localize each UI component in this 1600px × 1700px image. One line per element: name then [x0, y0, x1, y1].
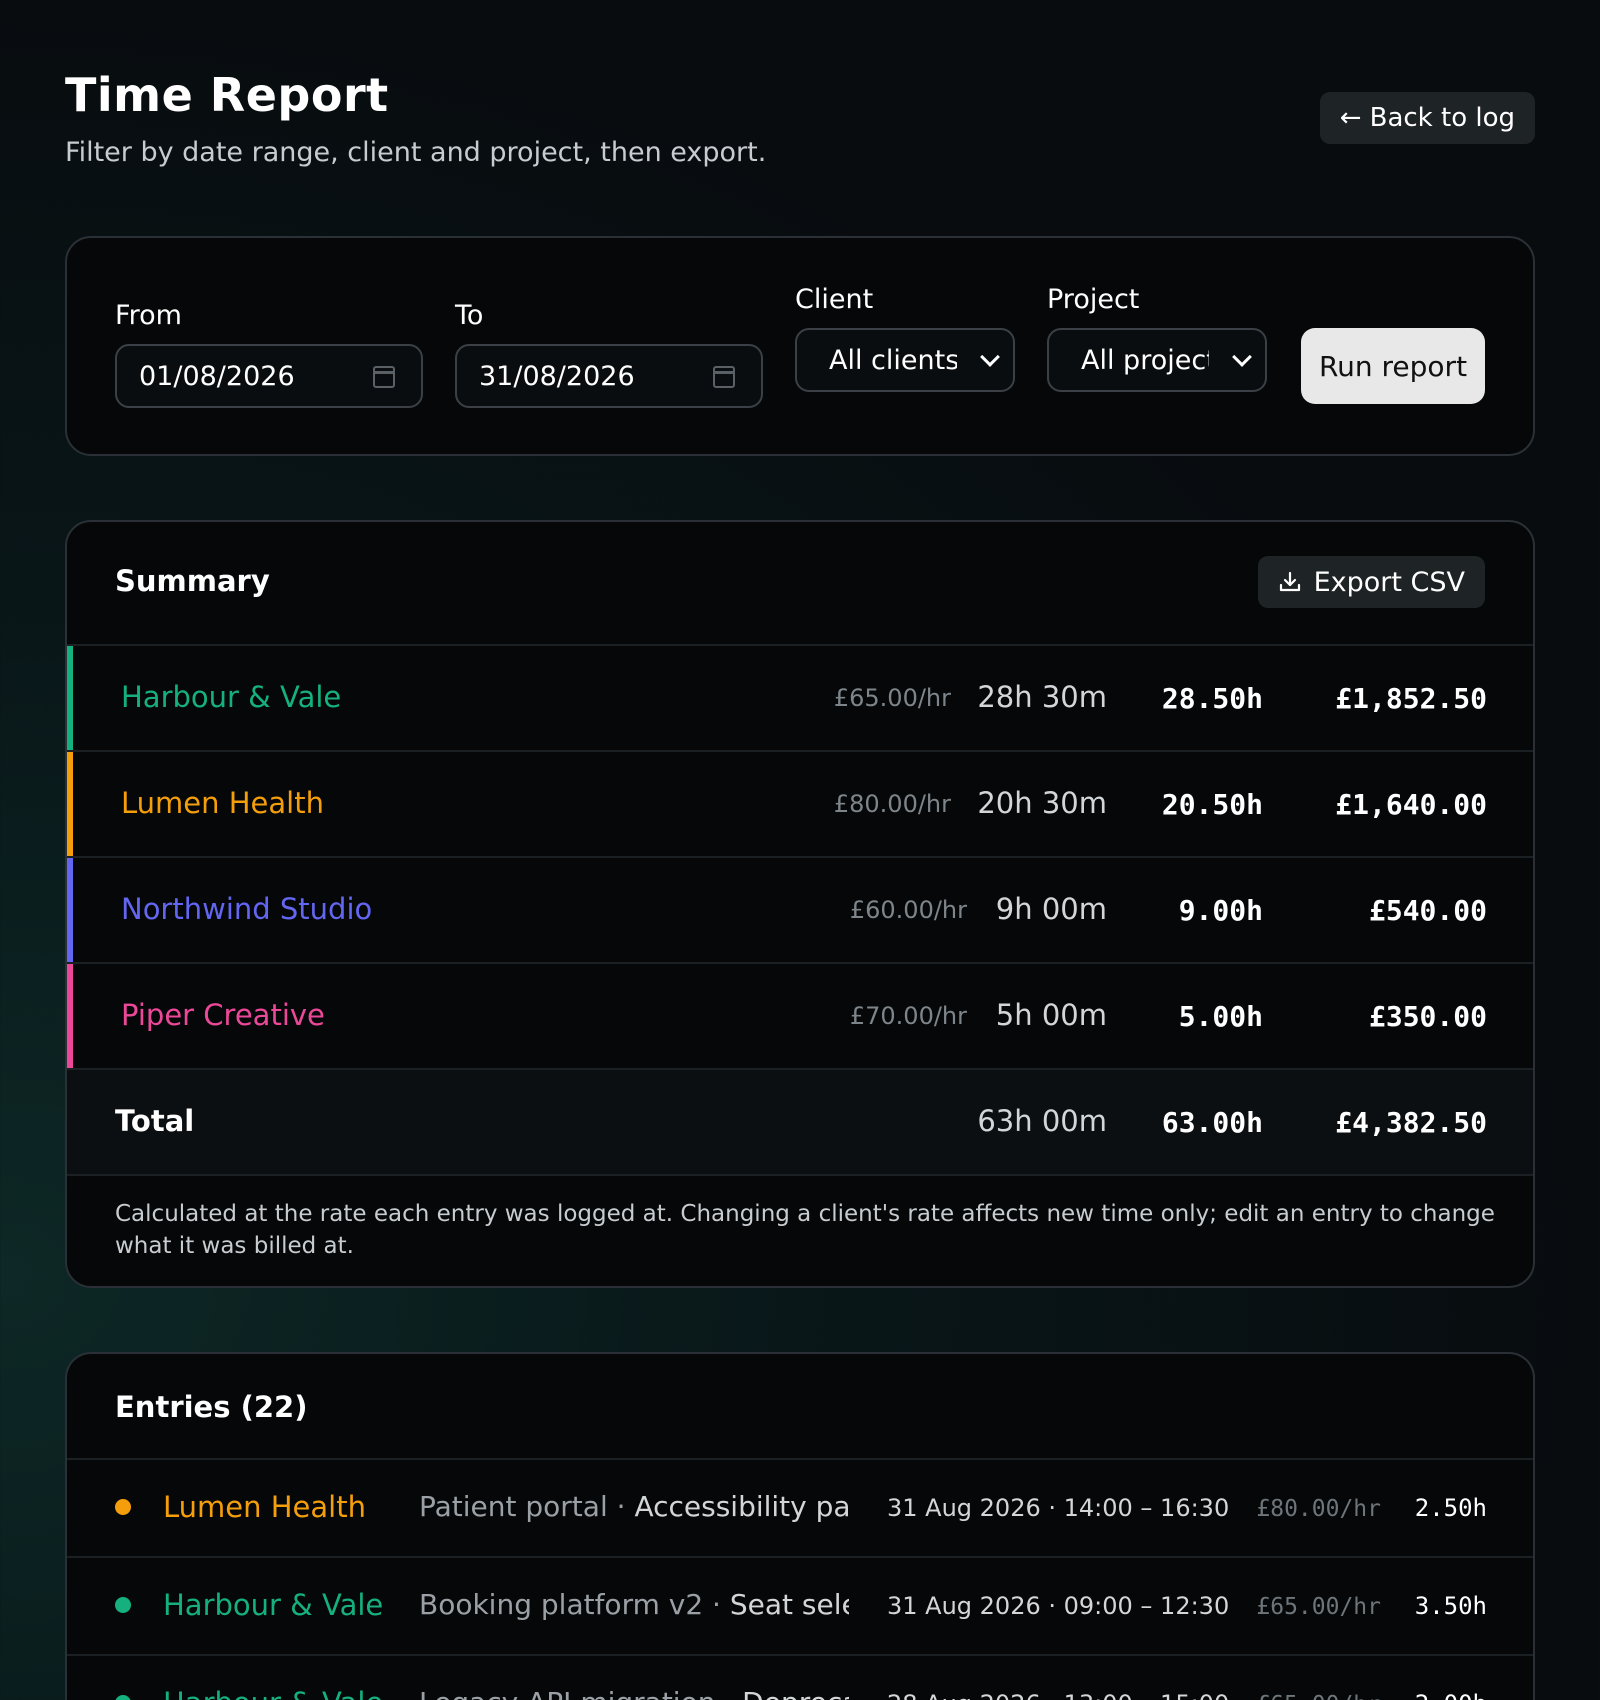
from-label: From — [115, 300, 182, 331]
to-date-input[interactable]: 31/08/2026 — [455, 344, 763, 408]
client-color-bar — [67, 752, 73, 856]
calendar-icon[interactable] — [373, 366, 395, 388]
summary-amount: £1,852.50 — [1335, 682, 1487, 715]
summary-rate: £80.00/hr — [833, 790, 951, 818]
entry-project: Booking platform v2 · Seat sele... — [419, 1588, 849, 1621]
summary-client-name: Northwind Studio — [121, 892, 373, 926]
summary-amount: £540.00 — [1368, 894, 1487, 927]
entry-client-name: Harbour & Vale — [163, 1686, 383, 1700]
summary-rate: £60.00/hr — [849, 896, 967, 924]
summary-total-row: Total 63h 00m 63.00h £4,382.50 — [67, 1068, 1533, 1174]
entry-client-name: Harbour & Vale — [163, 1588, 384, 1622]
summary-title: Summary — [115, 564, 270, 598]
summary-rate: £65.00/hr — [833, 684, 951, 712]
summary-client-name: Lumen Health — [121, 786, 324, 820]
page-subtitle: Filter by date range, client and project… — [65, 137, 767, 168]
client-color-dot — [115, 1499, 131, 1515]
entry-row[interactable]: Harbour & Vale Booking platform v2 · Seat… — [67, 1556, 1533, 1654]
calendar-icon[interactable] — [713, 366, 735, 388]
run-report-button[interactable]: Run report — [1301, 328, 1485, 404]
client-color-bar — [67, 964, 73, 1068]
back-to-log-button[interactable]: ← Back to log — [1319, 92, 1535, 144]
summary-row: Northwind Studio £60.00/hr 9h 00m 9.00h £540… — [67, 856, 1533, 962]
total-duration: 63h 00m — [977, 1104, 1107, 1138]
entries-card: Entries (22) Lumen Health Patient portal … — [65, 1352, 1535, 1700]
client-label: Client — [795, 284, 874, 315]
project-select-value: All project — [1081, 344, 1209, 376]
total-label: Total — [115, 1104, 195, 1138]
from-date-value: 01/08/2026 — [139, 360, 295, 392]
summary-hours: 28.50h — [1161, 682, 1263, 715]
chevron-down-icon — [980, 347, 1000, 367]
from-date-input[interactable]: 01/08/2026 — [115, 344, 423, 408]
entry-task-name: Seat sele... — [729, 1588, 849, 1621]
client-color-bar — [67, 858, 73, 962]
total-hours: 63.00h — [1161, 1106, 1263, 1139]
summary-duration: 9h 00m — [995, 892, 1107, 926]
export-csv-button[interactable]: Export CSV — [1257, 556, 1485, 608]
summary-rate: £70.00/hr — [849, 1002, 967, 1030]
entry-row[interactable]: Harbour & Vale Legacy API migration · Dep… — [67, 1654, 1533, 1700]
summary-amount: £350.00 — [1368, 1000, 1487, 1033]
summary-duration: 5h 00m — [995, 998, 1107, 1032]
entry-hours: 2.00h — [1415, 1690, 1487, 1700]
entries-title: Entries (22) — [115, 1390, 308, 1424]
summary-client-name: Piper Creative — [121, 998, 325, 1032]
entry-hours: 3.50h — [1414, 1592, 1487, 1620]
summary-client-name: Harbour & Vale — [121, 680, 342, 714]
client-select-value: All clients — [829, 344, 957, 376]
page-title: Time Report — [65, 68, 389, 122]
download-icon — [1278, 570, 1302, 594]
summary-row: Lumen Health £80.00/hr 20h 30m 20.50h £1,640… — [67, 750, 1533, 856]
entry-rate: £80.00/hr — [1256, 1496, 1381, 1522]
summary-duration: 28h 30m — [977, 680, 1107, 714]
entry-row[interactable]: Lumen Health Patient portal · Accessibili… — [67, 1458, 1533, 1556]
summary-row: Piper Creative £70.00/hr 5h 00m 5.00h £350.0… — [67, 962, 1533, 1068]
export-csv-label: Export CSV — [1313, 566, 1465, 598]
entry-project-name: Patient portal · — [419, 1490, 635, 1523]
entry-rate: £65.00/hr — [1256, 1594, 1381, 1620]
entry-task-name: Accessibility pass — [634, 1490, 849, 1523]
project-select[interactable]: All project — [1047, 328, 1267, 392]
filters-card: From 01/08/2026 To 31/08/2026 Client All… — [65, 236, 1535, 456]
rate-note: Calculated at the rate each entry was lo… — [115, 1201, 1495, 1259]
summary-amount: £1,640.00 — [1335, 788, 1487, 821]
entry-datetime: 31 Aug 2026 · 14:00 – 16:30 — [887, 1494, 1230, 1522]
entry-project-name: Booking platform v2 · — [419, 1588, 730, 1621]
entry-client-name: Lumen Health — [163, 1490, 366, 1524]
summary-row: Harbour & Vale £65.00/hr 28h 30m 28.50h £1,8… — [67, 644, 1533, 750]
client-color-dot — [115, 1597, 131, 1613]
summary-hours: 9.00h — [1178, 894, 1263, 927]
entry-task-name: Deprecat... — [742, 1686, 849, 1700]
entry-datetime: 31 Aug 2026 · 09:00 – 12:30 — [887, 1592, 1230, 1620]
chevron-down-icon — [1232, 347, 1252, 367]
client-select[interactable]: All clients — [795, 328, 1015, 392]
summary-duration: 20h 30m — [977, 786, 1107, 820]
entry-datetime: 28 Aug 2026 · 13:00 – 15:00 — [887, 1690, 1229, 1700]
client-color-bar — [67, 646, 73, 750]
project-label: Project — [1047, 284, 1140, 315]
to-label: To — [455, 300, 484, 331]
divider — [67, 1174, 1533, 1176]
summary-hours: 5.00h — [1178, 1000, 1263, 1033]
entry-project: Legacy API migration · Deprecat... — [419, 1686, 849, 1700]
entry-project-name: Legacy API migration · — [419, 1686, 742, 1700]
client-color-dot — [115, 1695, 131, 1700]
summary-card: Summary Export CSV Harbour & Vale £65.00/… — [65, 520, 1535, 1288]
entry-rate: £65.00/hr — [1256, 1692, 1381, 1700]
entry-hours: 2.50h — [1414, 1494, 1487, 1522]
to-date-value: 31/08/2026 — [479, 360, 635, 392]
entry-project: Patient portal · Accessibility pass — [419, 1490, 849, 1523]
summary-hours: 20.50h — [1161, 788, 1263, 821]
total-amount: £4,382.50 — [1335, 1106, 1487, 1139]
